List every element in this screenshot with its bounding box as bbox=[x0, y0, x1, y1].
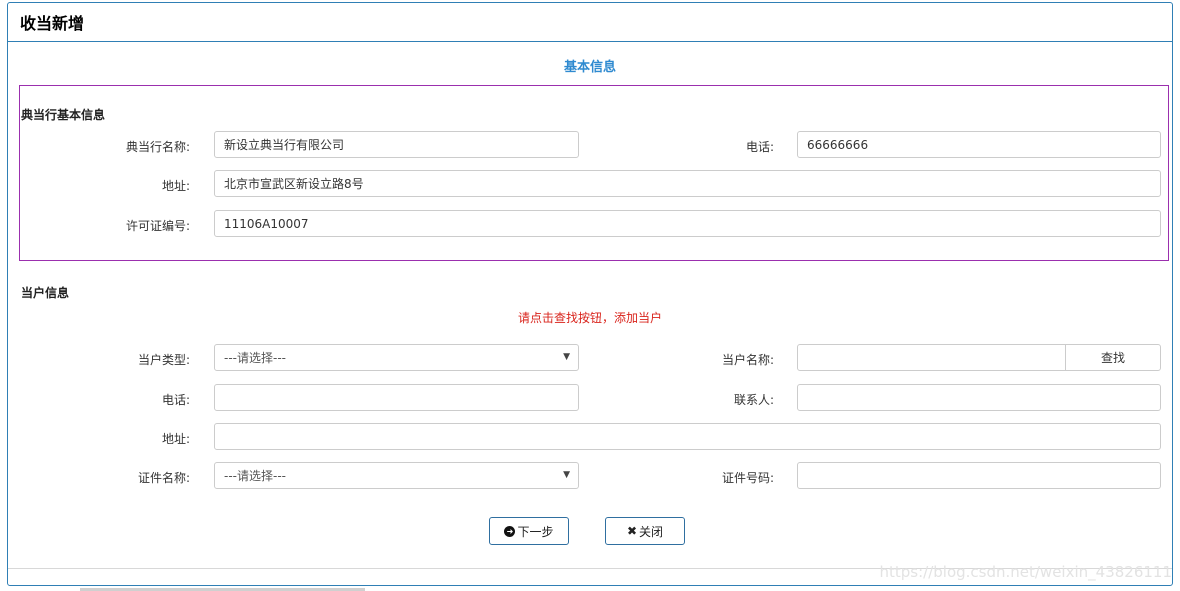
panel-title: 收当新增 bbox=[20, 14, 85, 33]
close-icon: ✖ bbox=[626, 524, 638, 538]
arrow-circle-icon: ➜ bbox=[504, 525, 516, 537]
pawnshop-address-field[interactable]: 北京市宣武区新设立路8号 bbox=[214, 170, 1161, 197]
pawnshop-name-field[interactable]: 新设立典当行有限公司 bbox=[214, 131, 579, 158]
cert-no-label: 证件号码: bbox=[721, 471, 774, 485]
find-button[interactable]: 查找 bbox=[1065, 344, 1161, 371]
customer-name-field[interactable] bbox=[797, 344, 1066, 371]
cert-no-field[interactable] bbox=[797, 462, 1161, 489]
close-label: 关闭 bbox=[639, 524, 664, 539]
close-button[interactable]: ✖ 关闭 bbox=[605, 517, 685, 545]
caret-down-icon: ▼ bbox=[563, 352, 570, 362]
customer-phone-field[interactable] bbox=[214, 384, 579, 411]
pawnshop-address-label: 地址: bbox=[161, 179, 190, 193]
cert-type-value: ---请选择--- bbox=[224, 469, 286, 483]
contact-field[interactable] bbox=[797, 384, 1161, 411]
form-panel: 收当新增 基本信息 典当行基本信息 典当行名称: 新设立典当行有限公司 电话: … bbox=[7, 2, 1173, 586]
customer-type-label: 当户类型: bbox=[137, 353, 190, 367]
customer-group-label: 当户信息 bbox=[21, 286, 70, 300]
pawnshop-phone-label: 电话: bbox=[745, 140, 774, 154]
license-label: 许可证编号: bbox=[125, 219, 190, 233]
section-title: 基本信息 bbox=[563, 60, 616, 75]
customer-type-value: ---请选择--- bbox=[224, 351, 286, 365]
caret-down-icon: ▼ bbox=[563, 470, 570, 480]
customer-name-label: 当户名称: bbox=[721, 353, 774, 367]
customer-phone-label: 电话: bbox=[161, 393, 190, 407]
customer-address-label: 地址: bbox=[161, 432, 190, 446]
license-field[interactable]: 11106A10007 bbox=[214, 210, 1161, 237]
customer-type-select[interactable]: ---请选择--- ▼ bbox=[214, 344, 579, 371]
cert-type-label: 证件名称: bbox=[137, 471, 190, 485]
watermark: https://blog.csdn.net/weixin_43826111 bbox=[879, 563, 1172, 581]
pawnshop-name-label: 典当行名称: bbox=[125, 140, 190, 154]
next-button[interactable]: ➜ 下一步 bbox=[489, 517, 569, 545]
pawnshop-phone-field[interactable]: 66666666 bbox=[797, 131, 1161, 158]
pawnshop-group-label: 典当行基本信息 bbox=[21, 108, 106, 122]
panel-header: 收当新增 bbox=[8, 3, 1172, 42]
cert-type-select[interactable]: ---请选择--- ▼ bbox=[214, 462, 579, 489]
find-hint: 请点击查找按钮，添加当户 bbox=[517, 311, 662, 325]
next-label: 下一步 bbox=[517, 524, 554, 539]
contact-label: 联系人: bbox=[733, 393, 774, 407]
customer-address-field[interactable] bbox=[214, 423, 1161, 450]
